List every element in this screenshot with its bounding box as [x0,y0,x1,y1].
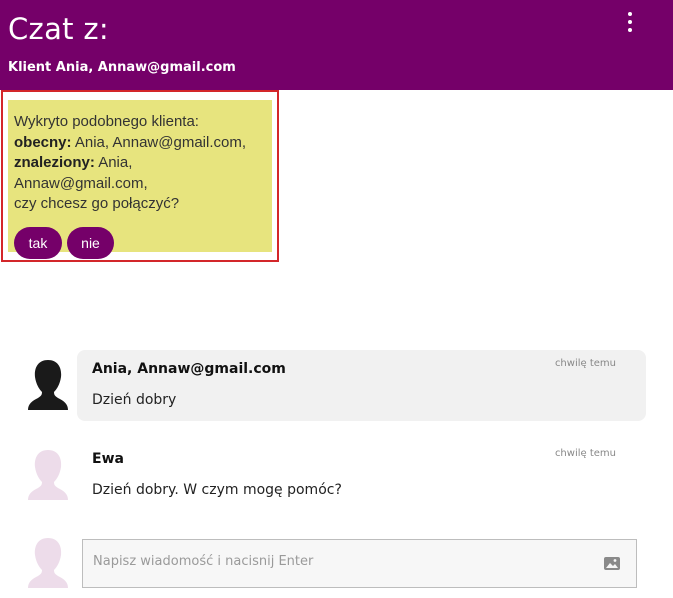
merge-prompt-intro: Wykryto podobnego klienta: [14,113,199,130]
merge-prompt-found: znaleziony: Ania, Annaw@gmail.com, [14,153,262,194]
merge-prompt: Wykryto podobnego klienta: obecny: Ania,… [8,100,272,259]
merge-prompt-question: czy chcesz go połączyć? [14,195,180,212]
message-composer [82,539,637,588]
found-label: znaleziony: [14,154,95,171]
merge-yes-button[interactable]: tak [14,226,62,259]
current-label: obecny: [14,133,72,151]
page-title: Czat z: [8,12,109,46]
message-input[interactable] [93,550,593,572]
chat-customer-subtitle: Klient Ania, Annaw@gmail.com [8,60,236,75]
message-customer: Ania, Annaw@gmail.com chwilę temu Dzień … [77,350,646,421]
more-vert-icon[interactable] [620,10,640,34]
user-silhouette-icon [26,536,70,588]
message-time: chwilę temu [554,448,616,459]
message-author: Ewa [92,451,124,467]
merge-no-button[interactable]: nie [67,226,114,259]
merge-prompt-current: obecny: Ania, Annaw@gmail.com, [14,133,262,154]
chat-header: Czat z: Klient Ania, Annaw@gmail.com [0,0,673,90]
current-value: Ania, Annaw@gmail.com, [71,133,246,151]
user-silhouette-icon [26,448,70,500]
message-agent: Ewa chwilę temu Dzień dobry. W czym mogę… [77,440,646,510]
message-text: Dzień dobry. W czym mogę pomóc? [92,482,342,498]
image-icon[interactable] [603,556,621,571]
merge-prompt-highlight: Wykryto podobnego klienta: obecny: Ania,… [1,90,279,262]
merge-actions: tak nie [14,226,262,259]
user-silhouette-icon [26,358,70,410]
message-text: Dzień dobry [92,392,177,408]
message-time: chwilę temu [554,358,616,369]
message-author: Ania, Annaw@gmail.com [92,361,286,377]
